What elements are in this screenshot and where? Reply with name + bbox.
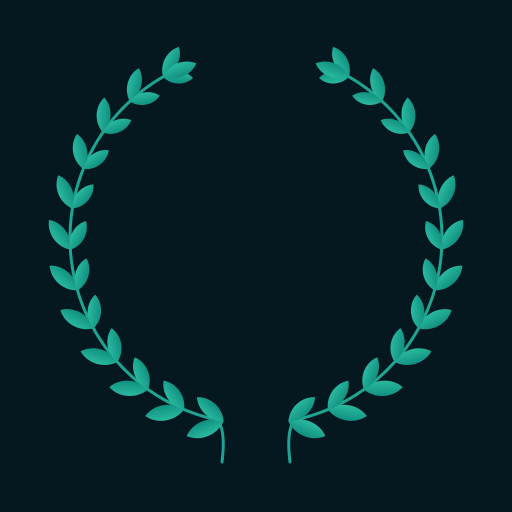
wreath-group (48, 46, 464, 464)
laurel-wreath-icon (48, 46, 464, 464)
canvas (0, 0, 512, 512)
